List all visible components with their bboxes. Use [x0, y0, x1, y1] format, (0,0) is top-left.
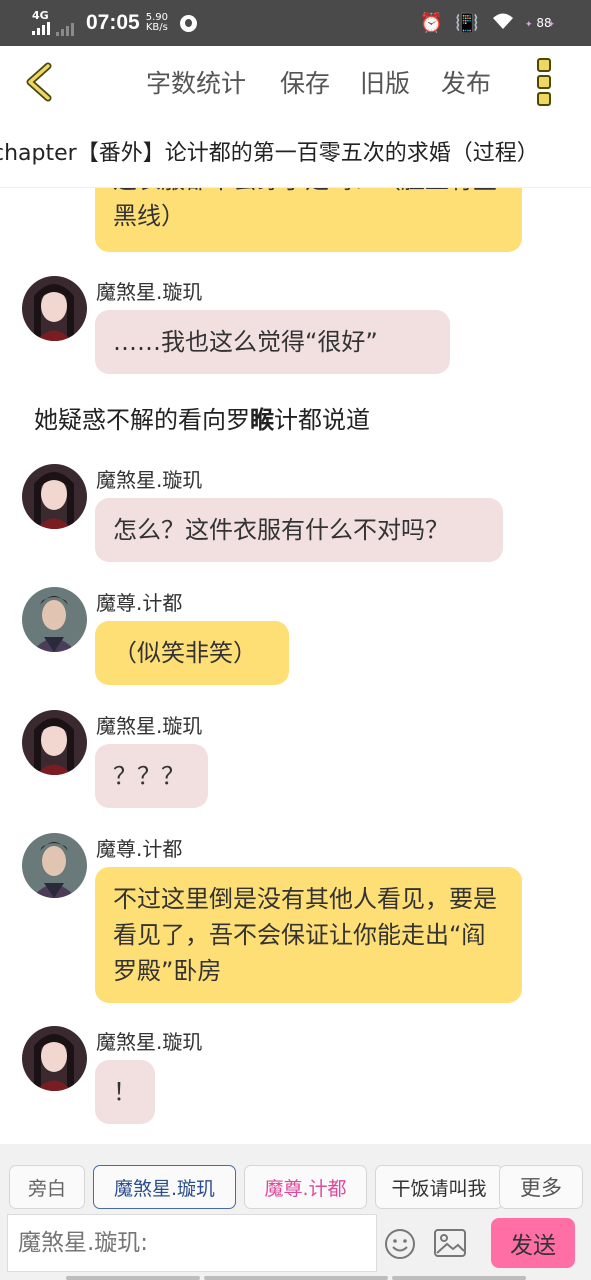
- vibrate-icon: 📳: [455, 11, 479, 34]
- nav-hint: [204, 1276, 388, 1280]
- chat-list[interactable]: 这衣服都不会穿了是吗？（脸上有些黑线） 魔煞星.璇玑 ……我也这么觉得“很好” …: [0, 188, 591, 1144]
- network-type: 4G: [32, 9, 49, 22]
- app-notification-icon: [179, 14, 197, 32]
- send-button[interactable]: 发送: [491, 1218, 575, 1268]
- battery-level: 88: [525, 16, 561, 30]
- role-jidu-chip[interactable]: 魔尊.计都: [244, 1165, 367, 1209]
- sender-name: 魔煞星.璇玑: [96, 280, 203, 304]
- narration-bold: 睺: [250, 406, 274, 434]
- message-bubble[interactable]: ？？？: [95, 744, 208, 808]
- message-bubble[interactable]: 这衣服都不会穿了是吗？（脸上有些黑线）: [95, 188, 522, 252]
- sender-name: 魔煞星.璇玑: [96, 468, 203, 492]
- wifi-icon: [491, 11, 515, 35]
- role-ganfan-chip[interactable]: 干饭请叫我: [375, 1165, 503, 1209]
- old-version-button[interactable]: 旧版: [360, 64, 410, 100]
- alarm-icon: ⏰: [419, 11, 444, 34]
- sender-name: 魔煞星.璇玑: [96, 714, 203, 738]
- net-speed-unit: KB/s: [145, 22, 168, 33]
- chevron-left-icon: [26, 62, 52, 102]
- status-bar: 4G 07:05 5.90 KB/s ⏰ 📳 88: [0, 0, 591, 46]
- avatar[interactable]: [22, 587, 87, 652]
- narration-text[interactable]: 她疑惑不解的看向罗睺计都说道: [34, 400, 370, 435]
- signal-icon: [32, 21, 50, 35]
- nav-hint: [392, 1276, 526, 1280]
- role-narrator-chip[interactable]: 旁白: [9, 1165, 85, 1209]
- save-button[interactable]: 保存: [280, 64, 330, 100]
- message-bubble[interactable]: 不过这里倒是没有其他人看见，要是看见了，吾不会保证让你能走出“阎罗殿”卧房: [95, 867, 522, 1003]
- image-icon[interactable]: [433, 1228, 467, 1258]
- word-count-button[interactable]: 字数统计: [146, 64, 246, 100]
- avatar[interactable]: [22, 710, 87, 775]
- chapter-title[interactable]: chapter【番外】论计都的第一百零五次的求婚（过程）: [0, 135, 539, 167]
- avatar[interactable]: [22, 833, 87, 898]
- message-bubble[interactable]: 怎么？这件衣服有什么不对吗？: [95, 498, 503, 562]
- editor-toolbar: 字数统计 保存 旧版 发布: [0, 46, 591, 118]
- avatar[interactable]: [22, 276, 87, 341]
- message-bubble[interactable]: ！: [95, 1060, 155, 1124]
- chapter-header: chapter【番外】论计都的第一百零五次的求婚（过程）: [0, 118, 591, 188]
- emoji-icon[interactable]: [384, 1228, 416, 1260]
- more-roles-button[interactable]: 更多: [499, 1165, 583, 1209]
- net-speed: 5.90 KB/s: [146, 13, 168, 33]
- message-input[interactable]: [7, 1214, 377, 1272]
- message-bubble[interactable]: ……我也这么觉得“很好”: [95, 310, 450, 374]
- publish-button[interactable]: 发布: [441, 64, 491, 100]
- status-left: 4G 07:05 5.90 KB/s: [32, 8, 197, 38]
- composer: 旁白 魔煞星.璇玑 魔尊.计都 干饭请叫我 更多 发送: [0, 1144, 591, 1280]
- narration-pre: 她疑惑不解的看向罗: [34, 406, 250, 434]
- sender-name: 魔尊.计都: [96, 591, 183, 615]
- nav-hint: [66, 1276, 200, 1280]
- narration-post: 计都说道: [274, 406, 370, 434]
- back-button[interactable]: [20, 60, 60, 104]
- role-xuanji-chip[interactable]: 魔煞星.璇玑: [93, 1165, 236, 1209]
- network-indicator: 4G: [32, 9, 50, 35]
- clock: 07:05: [86, 11, 140, 34]
- more-vertical-icon[interactable]: [532, 58, 556, 106]
- avatar[interactable]: [22, 1026, 87, 1091]
- sender-name: 魔煞星.璇玑: [96, 1030, 203, 1054]
- signal-2-icon: [56, 22, 74, 36]
- status-right: ⏰ 📳 88: [420, 8, 561, 38]
- avatar[interactable]: [22, 464, 87, 529]
- message-bubble[interactable]: （似笑非笑）: [95, 621, 289, 685]
- sender-name: 魔尊.计都: [96, 837, 183, 861]
